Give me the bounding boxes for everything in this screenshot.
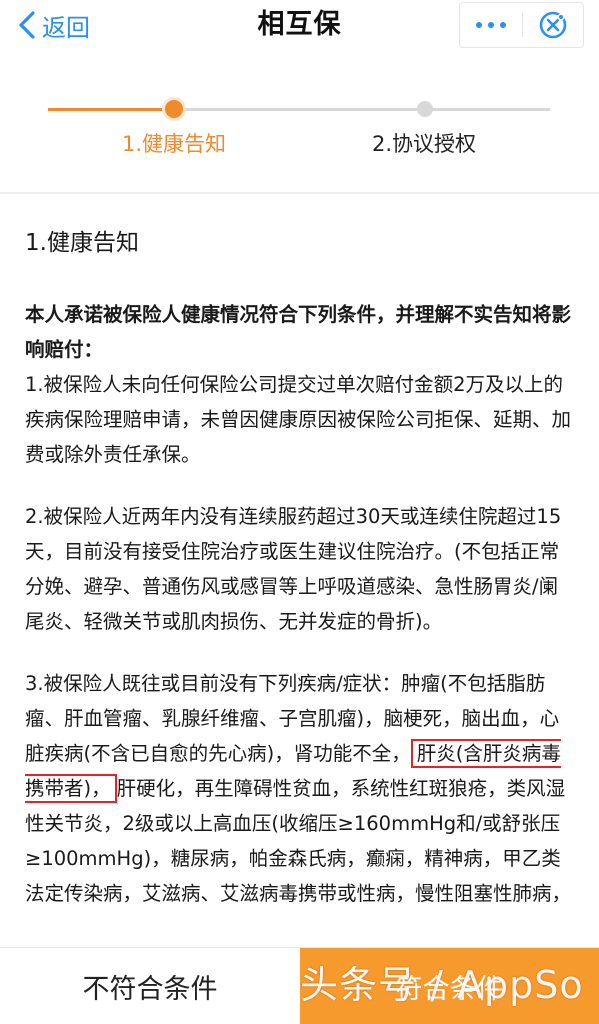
more-dots-icon[interactable]	[460, 3, 522, 47]
progress-line-pending	[174, 108, 550, 111]
progress-steps: 1.健康告知 2.协议授权	[0, 84, 599, 194]
eligible-button[interactable]: 符合条件	[300, 948, 599, 1024]
bottom-action-bar: 不符合条件 符合条件	[0, 947, 599, 1024]
declaration-intro: 本人承诺被保险人健康情况符合下列条件，并理解不实告知将影响赔付：	[25, 303, 572, 361]
section-divider	[0, 192, 599, 194]
step-label-health: 1.健康告知	[122, 132, 227, 156]
nav-bar: 返回 相互保	[0, 0, 599, 52]
step-label-agreement: 2.协议授权	[372, 132, 477, 156]
chevron-left-icon	[19, 11, 35, 39]
declaration-item-2: 2.被保险人近两年内没有连续服药超过30天或连续住院超过15天，目前没有接受住院…	[25, 505, 562, 633]
step-dot-active	[165, 100, 183, 118]
not-eligible-button[interactable]: 不符合条件	[0, 948, 300, 1024]
close-circle-icon[interactable]	[523, 3, 583, 47]
progress-line-done	[48, 108, 174, 111]
section-title: 1.健康告知	[25, 230, 139, 256]
declaration-item-1: 1.被保险人未向任何保险公司提交过单次赔付金额2万及以上的疾病保险理赔申请，未曾…	[25, 373, 572, 466]
back-label: 返回	[42, 13, 90, 42]
declaration-item-3: 3.被保险人既往或目前没有下列疾病/症状：肿瘤(不包括脂肪瘤、肝血管瘤、乳腺纤维…	[25, 666, 577, 911]
mini-app-capsule	[459, 2, 584, 48]
back-button[interactable]: 返回	[18, 6, 90, 44]
health-declaration: 1.健康告知 本人承诺被保险人健康情况符合下列条件，并理解不实告知将影响赔付： …	[25, 222, 577, 911]
step-dot-pending	[417, 101, 433, 117]
